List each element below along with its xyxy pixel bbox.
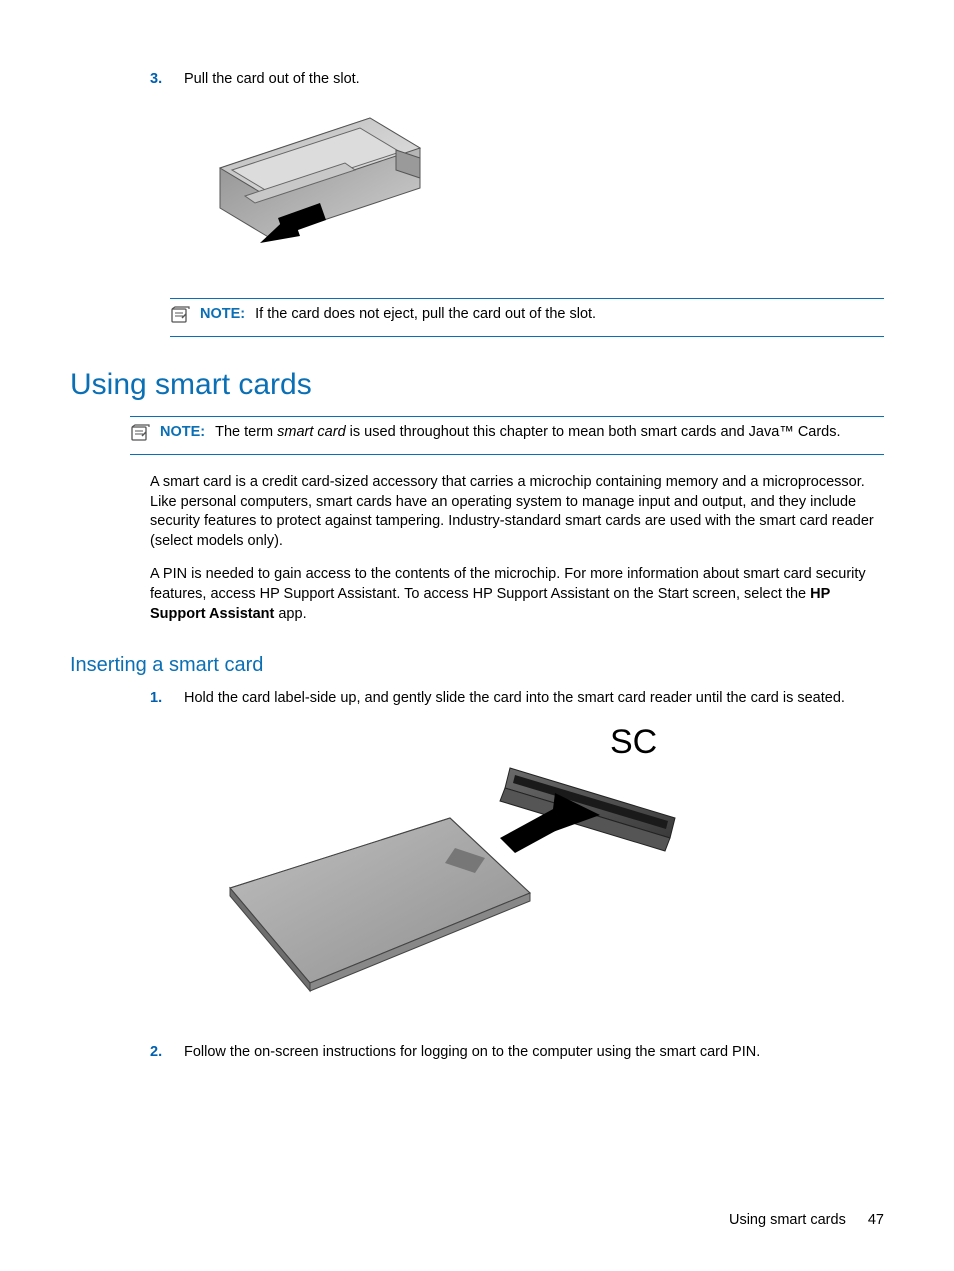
note-icon (170, 306, 196, 331)
figure-card-eject (200, 108, 884, 278)
list-number: 3. (150, 70, 184, 90)
note-box-eject: NOTE:If the card does not eject, pull th… (170, 298, 884, 338)
note-label: NOTE: (200, 306, 245, 322)
footer-title: Using smart cards (729, 1212, 846, 1228)
list-number: 1. (150, 689, 184, 709)
note-label: NOTE: (160, 424, 205, 440)
list-item-insert-step1: 1. Hold the card label-side up, and gent… (150, 689, 884, 709)
list-text: Follow the on-screen instructions for lo… (184, 1043, 884, 1063)
list-item-step3: 3. Pull the card out of the slot. (150, 70, 884, 90)
list-item-insert-step2: 2. Follow the on-screen instructions for… (150, 1043, 884, 1063)
figure-insert-smartcard: SC (200, 723, 884, 1020)
paragraph-smartcard-desc: A smart card is a credit card-sized acce… (150, 473, 884, 551)
heading-using-smart-cards: Using smart cards (70, 365, 884, 406)
heading-inserting-smart-card: Inserting a smart card (70, 652, 884, 679)
note-text: NOTE:The term smart card is used through… (160, 423, 884, 443)
figure-label-sc: SC (610, 723, 657, 761)
list-text: Pull the card out of the slot. (184, 70, 884, 90)
note-icon (130, 424, 156, 449)
list-number: 2. (150, 1043, 184, 1063)
note-box-smartcard-term: NOTE:The term smart card is used through… (130, 416, 884, 456)
page-footer: Using smart cards 47 (729, 1211, 884, 1231)
page-number: 47 (868, 1212, 884, 1228)
paragraph-pin-info: A PIN is needed to gain access to the co… (150, 565, 884, 624)
list-text: Hold the card label-side up, and gently … (184, 689, 884, 709)
note-text: NOTE:If the card does not eject, pull th… (200, 305, 884, 325)
